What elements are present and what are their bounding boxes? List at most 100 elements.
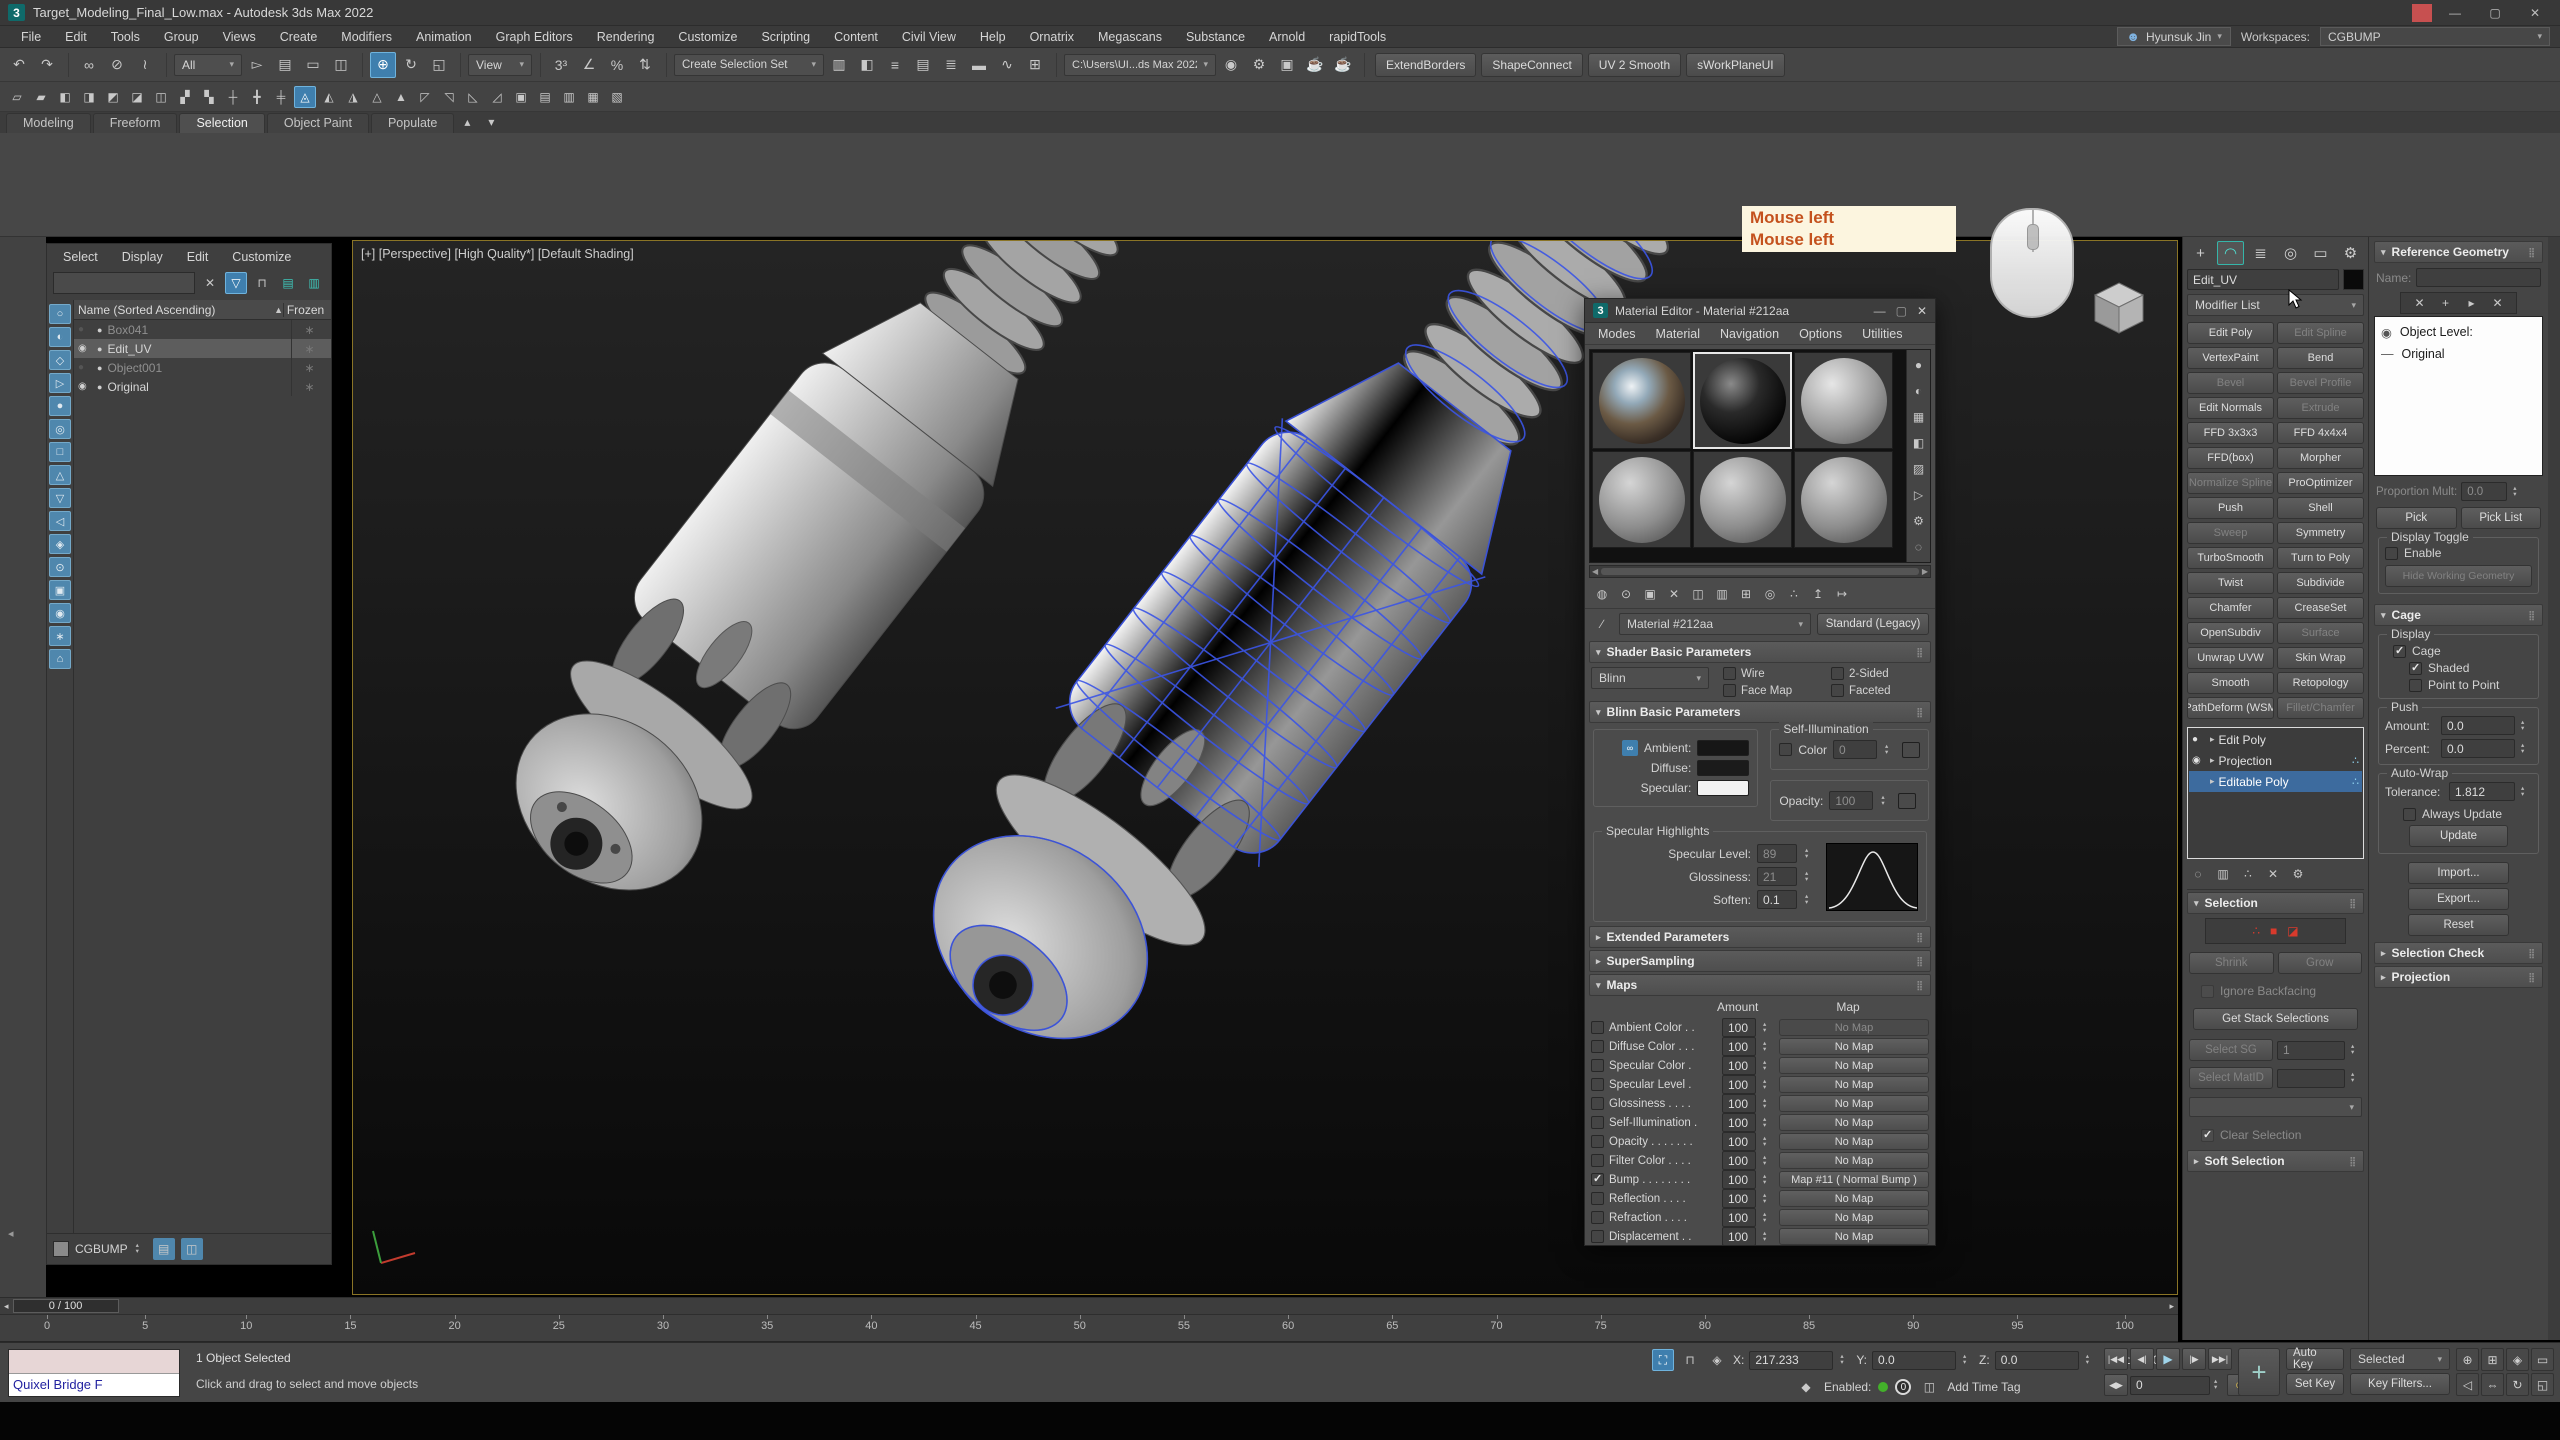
modifier-button[interactable]: Edit Poly — [2187, 322, 2274, 344]
modifier-button[interactable]: PathDeform (WSM — [2187, 697, 2274, 719]
modifier-button[interactable]: OpenSubdiv — [2187, 622, 2274, 644]
add-time-tag[interactable]: Add Time Tag — [1947, 1380, 2020, 1394]
selection-dot-icon[interactable]: ● — [97, 382, 102, 392]
ribbon-minimize-icon[interactable]: ▴ — [456, 111, 478, 133]
toolbar-icon[interactable]: ▤ — [272, 52, 298, 78]
toolbar-icon[interactable]: ▥ — [826, 52, 852, 78]
modeling-tool-icon[interactable]: ▱ — [6, 86, 28, 108]
reference-tool-icon[interactable]: ✕ — [2411, 294, 2429, 312]
modifier-button[interactable]: Surface — [2277, 622, 2364, 644]
map-slot-button[interactable]: No Map — [1779, 1133, 1929, 1150]
scene-object-row[interactable]: ● ● Box041 ∗ — [74, 320, 331, 339]
checkbox[interactable] — [1831, 667, 1844, 680]
shrink-button[interactable]: Shrink — [2189, 952, 2274, 974]
modeling-tool-icon[interactable]: ▰ — [30, 86, 52, 108]
subobject-level-icon[interactable]: ∴ — [2252, 924, 2260, 938]
menu-item[interactable]: Substance — [1175, 28, 1256, 46]
ribbon-options-icon[interactable]: ▾ — [480, 111, 502, 133]
visibility-eye-icon[interactable]: ● — [78, 324, 92, 335]
expand-icon[interactable]: ▸ — [2210, 755, 2215, 766]
material-tool-icon[interactable]: ▥ — [1711, 583, 1733, 605]
self-illum-value[interactable]: 0 — [1833, 740, 1877, 759]
modeling-tool-icon[interactable]: ◫ — [150, 86, 172, 108]
modeling-tool-icon[interactable]: ◿ — [486, 86, 508, 108]
command-panel-tab-icon[interactable]: ◎ — [2277, 241, 2304, 265]
menu-item[interactable]: Tools — [100, 28, 151, 46]
pick-button[interactable]: Pick — [2376, 507, 2457, 529]
lock-icon[interactable]: ⊓ — [1679, 1349, 1701, 1371]
map-slot-button[interactable]: No Map — [1779, 1152, 1929, 1169]
shader-flag-checkbox[interactable]: Wire — [1723, 667, 1821, 680]
modifier-button[interactable]: Unwrap UVW — [2187, 647, 2274, 669]
viewport-nav-icon[interactable]: ◱ — [2531, 1373, 2554, 1396]
rollout-selection[interactable]: ▾Selection⣿ — [2187, 892, 2364, 914]
map-slot-button[interactable]: No Map — [1779, 1228, 1929, 1245]
menu-item[interactable]: Rendering — [586, 28, 666, 46]
modifier-button[interactable]: Edit Spline — [2277, 322, 2364, 344]
map-slot-button[interactable]: No Map — [1779, 1209, 1929, 1226]
material-tool-icon[interactable]: ↦ — [1831, 583, 1853, 605]
rollout-shader-basic[interactable]: ▾Shader Basic Parameters⣿ — [1589, 641, 1931, 663]
material-type-button[interactable]: Standard (Legacy) — [1817, 613, 1929, 635]
menu-item[interactable]: Megascans — [1087, 28, 1173, 46]
map-amount-value[interactable]: 100 — [1722, 1056, 1756, 1075]
map-slot-button[interactable]: No Map — [1779, 1076, 1929, 1093]
ribbon-tab[interactable]: Populate — [371, 113, 454, 133]
viewport-label[interactable]: [+] [Perspective] [High Quality*] [Defau… — [361, 247, 634, 261]
ribbon-tab[interactable]: Object Paint — [267, 113, 369, 133]
map-amount-value[interactable]: 100 — [1722, 1075, 1756, 1094]
menu-item[interactable]: Civil View — [891, 28, 967, 46]
rollout-supersampling[interactable]: ▸SuperSampling⣿ — [1589, 950, 1931, 972]
menu-item[interactable]: Help — [969, 28, 1017, 46]
modifier-visibility-icon[interactable]: ● — [2192, 734, 2206, 745]
set-key-button[interactable]: Set Key — [2286, 1373, 2344, 1395]
visibility-eye-icon[interactable]: ◉ — [78, 343, 92, 354]
map-enable-checkbox[interactable] — [1591, 1135, 1604, 1148]
display-filter-icon[interactable]: ⌂ — [49, 649, 71, 669]
material-swatch[interactable] — [53, 1241, 69, 1257]
map-amount-value[interactable]: 100 — [1722, 1094, 1756, 1113]
material-tool-icon[interactable]: ▣ — [1639, 583, 1661, 605]
display-filter-icon[interactable]: ● — [49, 396, 71, 416]
map-enable-checkbox[interactable] — [1591, 1040, 1604, 1053]
material-sample-slot[interactable] — [1693, 352, 1792, 449]
modifier-stack-row[interactable]: ● ▸ Edit Poly — [2189, 729, 2362, 750]
subobject-level-icon[interactable]: ■ — [2270, 924, 2277, 938]
modifier-button[interactable]: FFD 4x4x4 — [2277, 422, 2364, 444]
set-keys-button[interactable]: + — [2238, 1348, 2280, 1396]
scene-explorer-menu[interactable]: Select — [53, 248, 108, 266]
command-panel-tab-icon[interactable]: ⚙ — [2337, 241, 2364, 265]
material-sample-slot[interactable] — [1794, 451, 1893, 548]
render-tool-icon[interactable]: ▣ — [1274, 52, 1300, 78]
modeling-tool-icon[interactable]: ◹ — [438, 86, 460, 108]
modifier-button[interactable]: Bevel Profile — [2277, 372, 2364, 394]
map-enable-checkbox[interactable] — [1591, 1230, 1604, 1243]
modifier-button[interactable]: Edit Normals — [2187, 397, 2274, 419]
custom-script-button[interactable]: ShapeConnect — [1481, 53, 1582, 77]
visibility-eye-icon[interactable]: ● — [78, 362, 92, 373]
modeling-tool-icon[interactable]: ▚ — [198, 86, 220, 108]
reference-list-item[interactable]: — Original — [2381, 343, 2536, 365]
display-filter-icon[interactable]: ◁ — [49, 511, 71, 531]
material-name-dropdown[interactable]: Material #212aa ▾ — [1619, 613, 1811, 635]
playback-button[interactable]: ◀| — [2130, 1348, 2154, 1370]
shader-flag-checkbox[interactable]: Faceted — [1831, 684, 1929, 697]
grow-button[interactable]: Grow — [2278, 952, 2363, 974]
eyedropper-icon[interactable]: ∕ — [1591, 613, 1613, 635]
playback-button[interactable]: |◀◀ — [2104, 1348, 2128, 1370]
display-filter-icon[interactable]: ▣ — [49, 580, 71, 600]
material-tool-icon[interactable]: ⊞ — [1735, 583, 1757, 605]
modifier-button[interactable]: Retopology — [2277, 672, 2364, 694]
modifier-button[interactable]: Bevel — [2187, 372, 2274, 394]
update-button[interactable]: Update — [2409, 825, 2508, 847]
menu-item[interactable]: Animation — [405, 28, 483, 46]
modeling-tool-icon[interactable]: ◮ — [342, 86, 364, 108]
material-tool-icon[interactable]: ✕ — [1663, 583, 1685, 605]
time-back-icon[interactable]: ◂ — [4, 1301, 9, 1312]
modifier-list-dropdown[interactable]: Modifier List ▾ — [2187, 294, 2364, 316]
modifier-button[interactable]: FFD 3x3x3 — [2187, 422, 2274, 444]
scene-explorer-menu[interactable]: Edit — [177, 248, 219, 266]
ribbon-tab[interactable]: Selection — [179, 113, 264, 133]
spinner-control[interactable]: ▴▾ — [136, 1243, 147, 1255]
toolbar-icon[interactable]: ⊘ — [104, 52, 130, 78]
